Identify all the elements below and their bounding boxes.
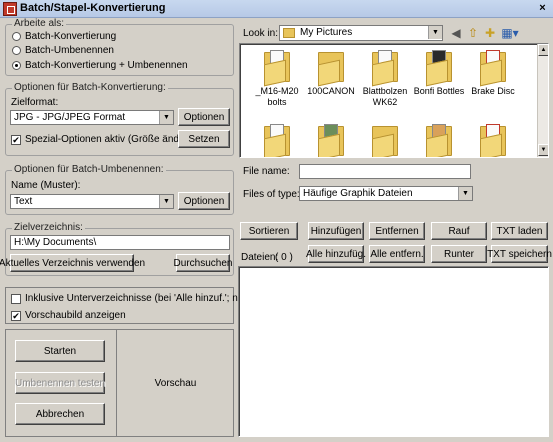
scroll-down-icon[interactable]: ▼ [538, 144, 548, 156]
folder-item[interactable]: Blattbolzen WK62 [354, 50, 416, 108]
chevron-down-icon[interactable]: ▼ [159, 111, 173, 124]
folder-name-line: Brake Disc [471, 86, 515, 96]
name-muster-select[interactable]: Text ▼ [10, 194, 174, 209]
folder-item[interactable] [300, 124, 362, 157]
chevron-down-icon[interactable]: ▼ [428, 26, 442, 39]
checkmark-icon: ✔ [11, 310, 21, 321]
radio-label: Batch-Konvertierung + Umbenennen [25, 60, 188, 71]
folder-item[interactable]: Bonfi Bottles [408, 50, 470, 97]
look-in-label: Look in: [243, 28, 279, 39]
folder-item[interactable] [462, 124, 524, 157]
zielverzeichnis-input[interactable]: H:\My Documents\ [10, 235, 230, 250]
txt-speichern-button[interactable]: TXT speichern [487, 245, 552, 263]
entfernen-button[interactable]: Entfernen [369, 222, 425, 240]
name-muster-label: Name (Muster): [11, 180, 81, 191]
zielformat-value: JPG - JPG/JPEG Format [14, 112, 126, 123]
folder-name-line: bolts [267, 97, 287, 107]
hinzufuegen-button[interactable]: Hinzufügen [308, 222, 364, 240]
folder-icon [264, 124, 290, 157]
title-bar[interactable]: Batch/Stapel-Konvertierung × [0, 0, 553, 18]
app-icon [3, 2, 17, 16]
files-of-type-select[interactable]: Häufige Graphik Dateien ▼ [299, 186, 473, 201]
name-muster-value: Text [14, 196, 33, 207]
up-folder-icon[interactable]: ⇧ [466, 26, 480, 40]
radio-label: Batch-Konvertierung [25, 31, 117, 42]
folder-icon [372, 50, 398, 87]
folder-icon [480, 124, 506, 157]
durchsuchen-button[interactable]: Durchsuchen [174, 254, 232, 272]
sortieren-button[interactable]: Sortieren [240, 222, 298, 240]
folder-item[interactable] [408, 124, 470, 157]
folder-name-line: WK62 [372, 97, 398, 107]
folder-item[interactable] [246, 124, 308, 157]
file-name-label: File name: [243, 166, 290, 177]
umbenennen-testen-button[interactable]: Umbenennen testen [15, 372, 105, 394]
alle-entfernen-button[interactable]: Alle entfern. [369, 245, 425, 263]
view-menu-icon[interactable]: ▦▾ [500, 26, 520, 40]
konvertierung-legend: Optionen für Batch-Konvertierung: [12, 82, 168, 94]
folder-name-line: Blattbolzen [362, 86, 408, 96]
files-of-type-label: Files of type: [243, 189, 300, 200]
close-button[interactable]: × [535, 2, 550, 15]
folder-name-line: 100CANON [307, 86, 355, 96]
umbenennen-legend: Optionen für Batch-Umbenennen: [12, 164, 166, 176]
folder-icon [426, 50, 452, 87]
txt-laden-button[interactable]: TXT laden [491, 222, 548, 240]
checkmark-icon: ✔ [11, 134, 21, 145]
zielformat-label: Zielformat: [11, 97, 59, 108]
zielformat-select[interactable]: JPG - JPG/JPEG Format ▼ [10, 110, 174, 125]
scroll-up-icon[interactable]: ▲ [538, 44, 548, 56]
folder-icon [318, 124, 344, 157]
folder-view-scrollbar[interactable]: ▲ ▼ [537, 44, 548, 157]
folder-icon [426, 124, 452, 157]
folder-item[interactable]: 100CANON [300, 50, 362, 97]
checkbox-box [11, 293, 21, 304]
look-in-value: My Pictures [300, 27, 353, 38]
file-name-input[interactable] [299, 164, 471, 179]
vorschaubild-checkbox[interactable]: ✔ Vorschaubild anzeigen [11, 310, 126, 321]
radio-label: Batch-Umbenennen [25, 45, 114, 56]
radio-batch-konvertierung[interactable]: Batch-Konvertierung [12, 31, 116, 42]
folder-name-line: _M16-M20 [255, 86, 299, 96]
abbrechen-button[interactable]: Abbrechen [15, 403, 105, 425]
folder-name-line: Bonfi Bottles [413, 86, 465, 96]
runter-button[interactable]: Runter [431, 245, 487, 263]
new-folder-icon[interactable]: ✚ [483, 26, 497, 40]
konvertierung-optionen-button[interactable]: Optionen [178, 108, 230, 126]
radio-dot [12, 32, 21, 41]
radio-batch-konvertierung-umbenennen[interactable]: Batch-Konvertierung + Umbenennen [12, 60, 188, 71]
folder-icon [372, 124, 398, 157]
folder-view[interactable]: _M16-M20 bolts 100CANON Blattbolzen WK62… [239, 43, 549, 158]
folder-item[interactable]: Brake Disc [462, 50, 524, 97]
arbeite-als-legend: Arbeite als: [12, 18, 67, 30]
chevron-down-icon[interactable]: ▼ [159, 195, 173, 208]
folder-icon [480, 50, 506, 87]
radio-batch-umbenennen[interactable]: Batch-Umbenennen [12, 45, 114, 56]
folder-item[interactable]: _M16-M20 bolts [246, 50, 308, 108]
window-title: Batch/Stapel-Konvertierung [20, 2, 166, 14]
dateien-label: Dateien: [241, 252, 279, 263]
starten-button[interactable]: Starten [15, 340, 105, 362]
setzen-button[interactable]: Setzen [178, 130, 230, 148]
vorschau-area: Vorschau [116, 329, 234, 437]
radio-dot-selected [12, 61, 21, 70]
vorschaubild-label: Vorschaubild anzeigen [25, 310, 126, 321]
radio-dot [12, 46, 21, 55]
folder-icon [283, 28, 295, 38]
back-icon[interactable]: ◀ [449, 26, 463, 40]
folder-item[interactable] [354, 124, 416, 157]
rauf-button[interactable]: Rauf [431, 222, 487, 240]
look-in-select[interactable]: My Pictures ▼ [279, 25, 443, 41]
folder-icon [318, 50, 344, 87]
umbenennen-optionen-button[interactable]: Optionen [178, 192, 230, 210]
zielverzeichnis-legend: Zielverzeichnis: [12, 222, 85, 234]
file-list[interactable] [238, 266, 549, 437]
vorschau-label: Vorschau [154, 377, 197, 389]
folder-icon [264, 50, 290, 87]
alle-hinzufuegen-button[interactable]: Alle hinzufüg. [306, 245, 366, 263]
chevron-down-icon[interactable]: ▼ [458, 187, 472, 200]
dateien-count: ( 0 ) [275, 252, 293, 263]
aktuelles-verzeichnis-button[interactable]: Aktuelles Verzeichnis verwenden [0, 254, 145, 272]
files-of-type-value: Häufige Graphik Dateien [303, 188, 413, 199]
